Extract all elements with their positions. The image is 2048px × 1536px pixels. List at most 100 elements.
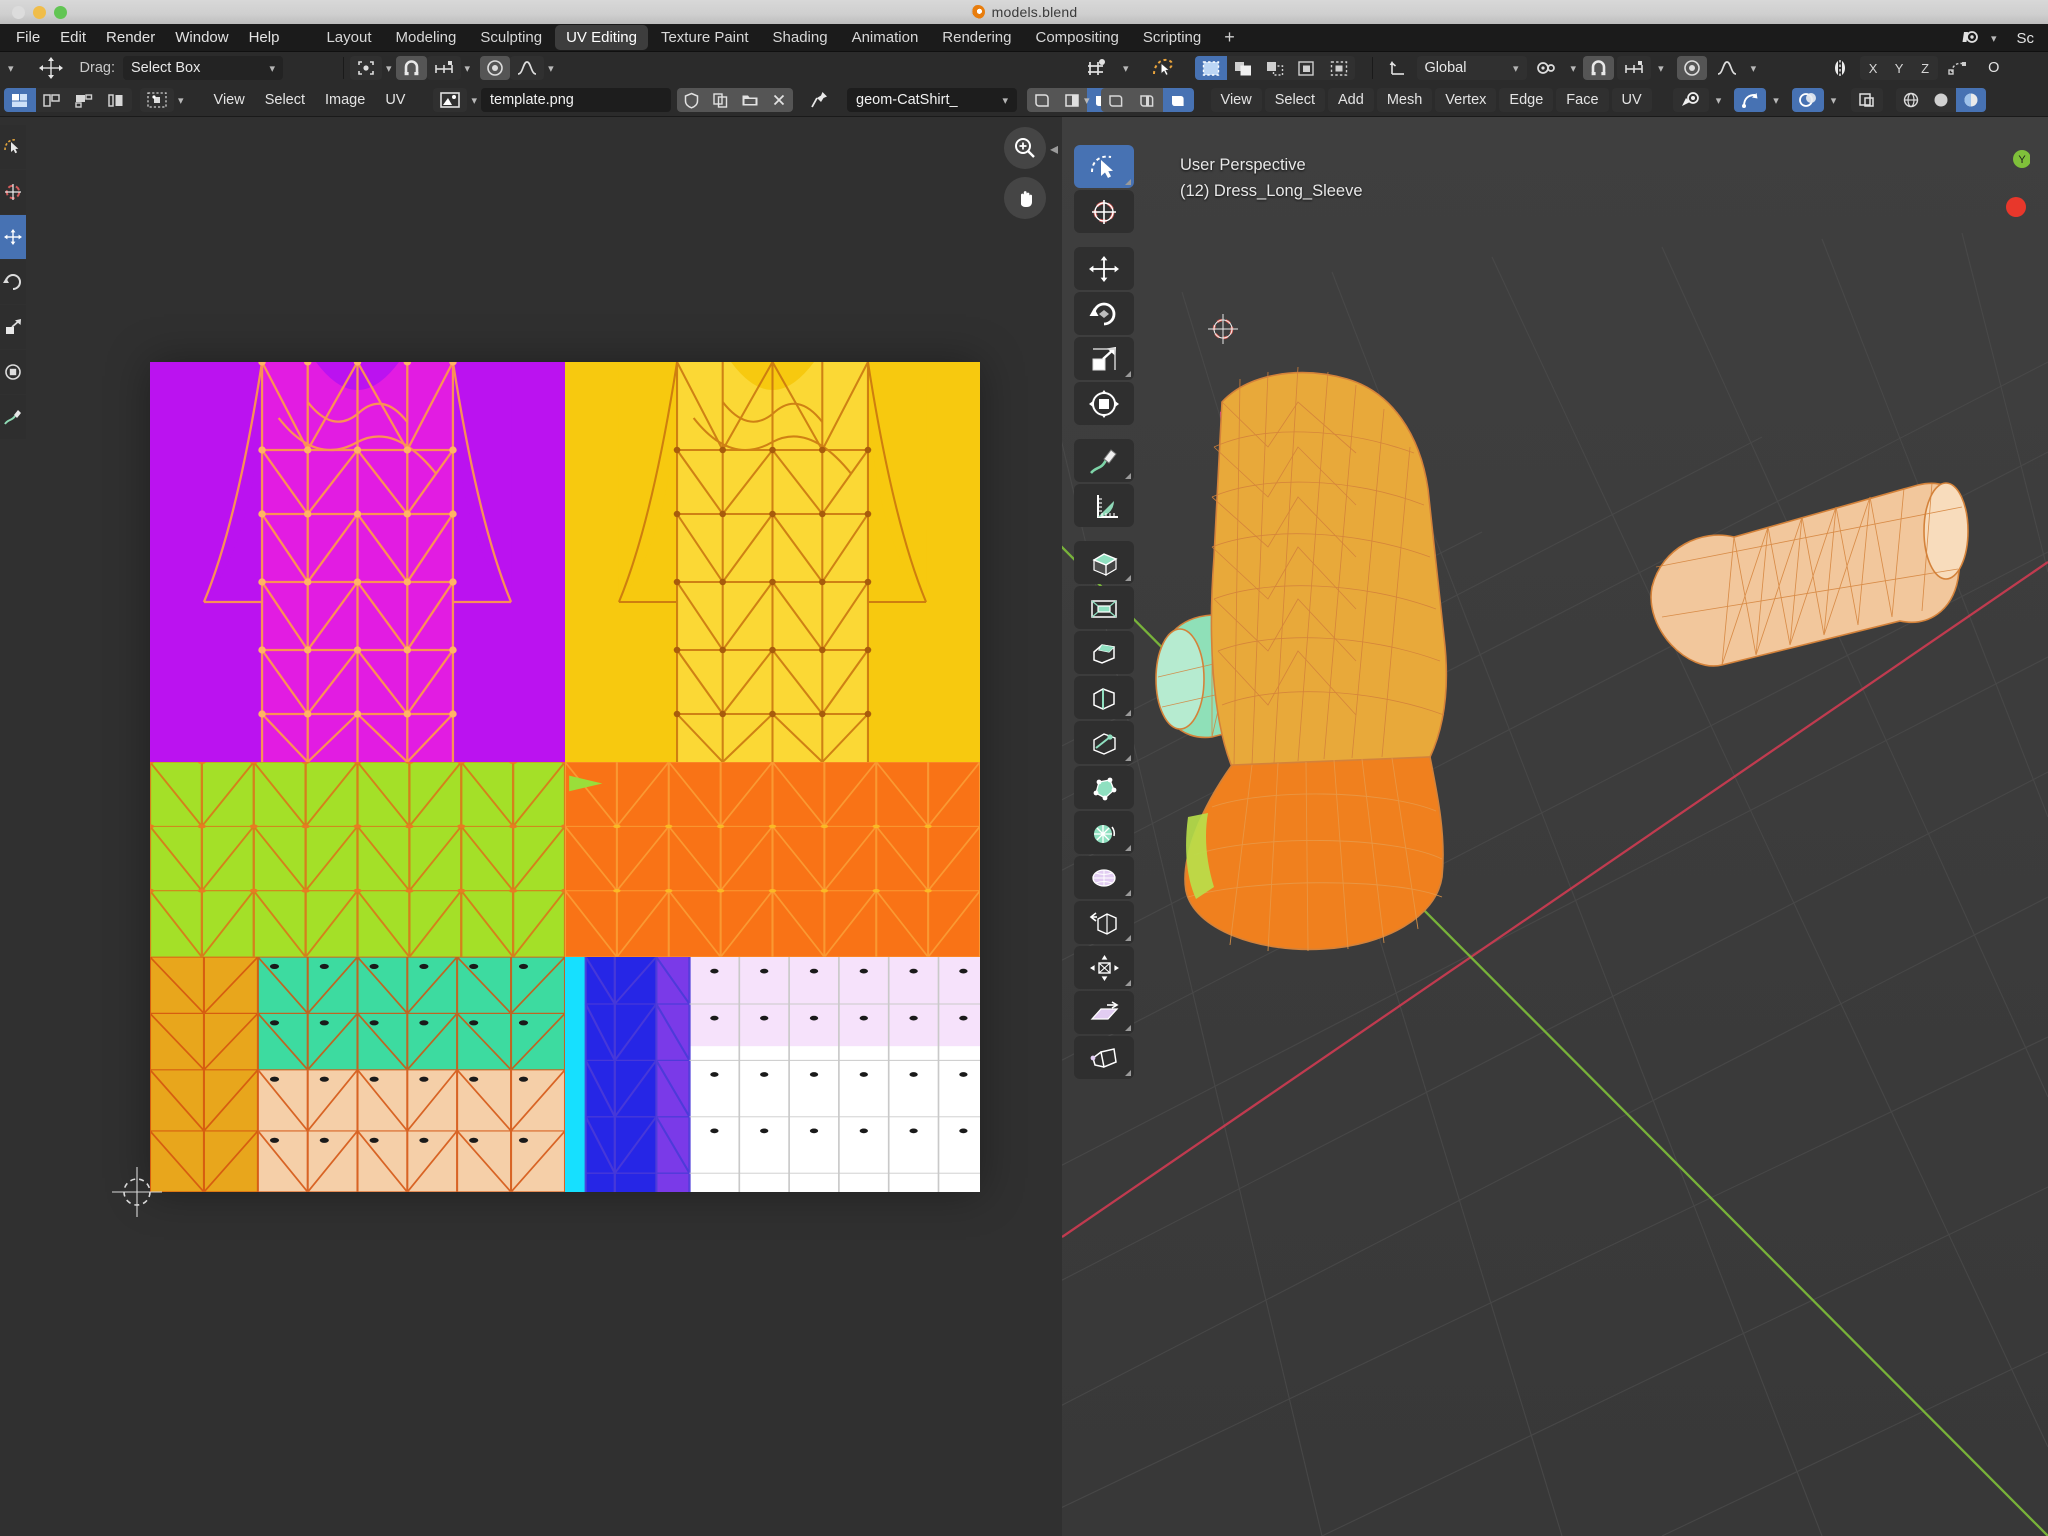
uv-menu-uv[interactable]: UV — [375, 88, 415, 112]
uv-tool-annotate[interactable] — [0, 395, 26, 439]
drag-mode-dropdown[interactable]: Select Box ▾ — [123, 56, 283, 80]
uv-sidebar-collapse-chevron-left-icon[interactable]: ◂ — [1050, 139, 1058, 159]
pan-hand-gizmo-icon[interactable] — [1004, 177, 1046, 219]
toggle-xray-icon[interactable] — [1851, 88, 1884, 112]
workspace-tab-shading[interactable]: Shading — [762, 25, 839, 50]
edit-mode-icon[interactable] — [1144, 56, 1182, 80]
tool-extrude-region[interactable] — [1074, 541, 1134, 584]
transform-orientation-icon[interactable] — [1382, 56, 1414, 80]
edge-select-icon[interactable] — [1131, 88, 1163, 112]
workspace-tab-layout[interactable]: Layout — [315, 25, 382, 50]
uv-menu-view[interactable]: View — [204, 88, 255, 112]
workspace-tab-scripting[interactable]: Scripting — [1132, 25, 1212, 50]
view3d-snap-chevron-down-icon[interactable]: ▾ — [1654, 62, 1668, 75]
uv-canvas[interactable] — [112, 362, 1040, 1217]
tool-edge-slide[interactable] — [1074, 901, 1134, 944]
tool-annotate[interactable] — [1074, 439, 1134, 482]
menu-help[interactable]: Help — [240, 26, 289, 49]
uv-island-shirt-front-magenta[interactable] — [150, 362, 565, 762]
shield-fake-user-icon[interactable] — [677, 88, 707, 112]
falloff-chevron-down-icon[interactable]: ▾ — [544, 62, 558, 75]
view3d-menu-uv[interactable]: UV — [1611, 88, 1652, 112]
menu-file[interactable]: File — [7, 26, 49, 49]
vertex-select-icon[interactable] — [1100, 88, 1132, 112]
tool-loop-cut[interactable] — [1074, 676, 1134, 719]
scene-icon[interactable] — [1959, 29, 1981, 47]
uv-island-collar-blue-white[interactable] — [565, 957, 980, 1192]
uv-island-skirt-green[interactable] — [150, 762, 565, 957]
tool-shear[interactable] — [1074, 991, 1134, 1034]
uv-tool-scale[interactable] — [0, 305, 26, 349]
menu-window[interactable]: Window — [166, 26, 237, 49]
image-datablock-icon[interactable] — [433, 88, 468, 112]
view3d-falloff-curve-icon[interactable] — [1710, 56, 1744, 80]
uv-edge-select-icon[interactable] — [36, 88, 68, 112]
shading-wireframe-icon[interactable] — [1896, 88, 1927, 112]
tool-inset-faces[interactable] — [1074, 586, 1134, 629]
overlays-icon[interactable] — [1791, 88, 1824, 112]
face-select-icon[interactable] — [1162, 88, 1194, 112]
workspace-tab-texture-paint[interactable]: Texture Paint — [650, 25, 760, 50]
image-datablock-chevron-down-icon[interactable]: ▾ — [467, 94, 481, 107]
uv-texture-image[interactable] — [150, 362, 980, 1192]
workspace-tab-compositing[interactable]: Compositing — [1025, 25, 1130, 50]
shading-material-icon[interactable] — [1956, 88, 1987, 112]
transform-orientation-dropdown[interactable]: Global ▾ — [1416, 56, 1527, 80]
view3d-editor-chevron-down-icon[interactable]: ▾ — [1119, 62, 1133, 75]
shading-solid-icon[interactable] — [1926, 88, 1957, 112]
mirror-axis-z[interactable]: Z — [1912, 56, 1939, 80]
uvmap-name-field[interactable]: geom-CatShirt_ ▾ — [847, 88, 1018, 112]
tool-spin[interactable] — [1074, 811, 1134, 854]
uv-tool-tweak-select[interactable] — [0, 125, 26, 169]
move-transform-icon[interactable] — [32, 56, 70, 80]
uv-vertex-select-icon[interactable] — [4, 88, 36, 112]
duplicate-icon[interactable] — [706, 88, 736, 112]
display-channels-icon[interactable] — [1027, 88, 1058, 112]
mesh-select-mode-c-icon[interactable] — [1258, 56, 1291, 80]
image-name-field[interactable]: template.png — [481, 88, 672, 112]
view3d-menu-face[interactable]: Face — [1556, 88, 1609, 112]
tool-transform[interactable] — [1074, 382, 1134, 425]
view3d-pivot-chevron-down-icon[interactable]: ▾ — [1567, 62, 1581, 75]
view3d-menu-vertex[interactable]: Vertex — [1435, 88, 1497, 112]
view3d-menu-edge[interactable]: Edge — [1499, 88, 1554, 112]
uv-island-shirt-front-yellow[interactable] — [565, 362, 980, 762]
x-mirror-icon[interactable] — [1823, 56, 1857, 80]
mesh-select-mode-d-icon[interactable] — [1290, 56, 1323, 80]
tool-shrink-fatten[interactable] — [1074, 946, 1134, 989]
mesh-select-mode-b-icon[interactable] — [1226, 56, 1259, 80]
mesh-select-mode-e-icon[interactable] — [1322, 56, 1355, 80]
uv-face-select-icon[interactable] — [68, 88, 100, 112]
uv-menu-select[interactable]: Select — [255, 88, 315, 112]
view3d-viewport[interactable]: User Perspective (12) Dress_Long_Sleeve — [1062, 117, 2048, 1536]
uv-island-skirt-orange[interactable] — [565, 762, 980, 957]
menu-render[interactable]: Render — [97, 26, 164, 49]
tool-bevel[interactable] — [1074, 631, 1134, 674]
visibility-chevron-down-icon[interactable]: ▾ — [1712, 94, 1726, 107]
uv-tool-cursor[interactable] — [0, 170, 26, 214]
mirror-axis-x[interactable]: X — [1860, 56, 1887, 80]
tool-rip-region[interactable] — [1074, 1036, 1134, 1079]
pin-icon[interactable] — [803, 88, 835, 112]
uv-image-editor[interactable]: ◂ — [0, 117, 1062, 1536]
uv-tool-rotate[interactable] — [0, 260, 26, 304]
view3d-pivot-point-icon[interactable] — [1530, 56, 1564, 80]
snap-chevron-down-icon[interactable]: ▾ — [461, 62, 475, 75]
mirror-axis-y[interactable]: Y — [1886, 56, 1913, 80]
folder-open-icon[interactable] — [735, 88, 766, 112]
workspace-tab-uv-editing[interactable]: UV Editing — [555, 25, 648, 50]
view3d-snap-magnet-icon[interactable] — [1583, 56, 1615, 80]
workspace-tab-animation[interactable]: Animation — [841, 25, 930, 50]
tool-measure[interactable] — [1074, 484, 1134, 527]
gizmo-arrow-icon[interactable] — [1734, 88, 1767, 112]
scene-chevron-down-icon[interactable]: ▾ — [1987, 32, 2001, 45]
view3d-snap-increment-icon[interactable] — [1617, 56, 1652, 80]
sticky-chevron-down-icon[interactable]: ▾ — [174, 94, 188, 107]
view3d-menu-add[interactable]: Add — [1328, 88, 1374, 112]
tool-poly-build[interactable] — [1074, 766, 1134, 809]
view3d-menu-select[interactable]: Select — [1264, 88, 1326, 112]
overlays-chevron-down-icon[interactable]: ▾ — [1827, 94, 1841, 107]
gizmo-chevron-down-icon[interactable]: ▾ — [1769, 94, 1783, 107]
pivot-point-icon[interactable] — [350, 56, 382, 80]
workspace-tab-rendering[interactable]: Rendering — [931, 25, 1022, 50]
